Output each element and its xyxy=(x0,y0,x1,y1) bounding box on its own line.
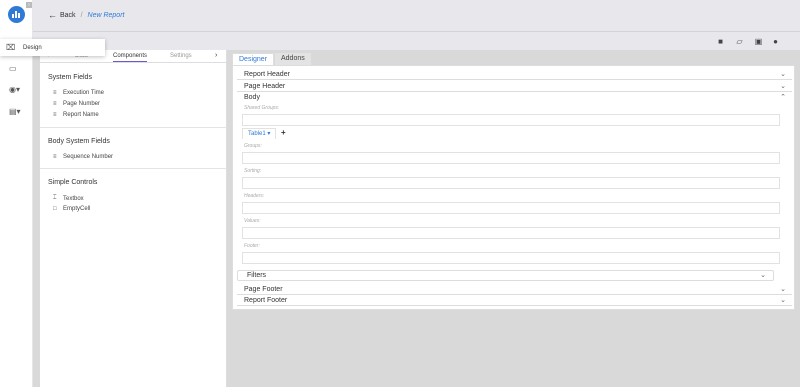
toolbar: ■ ▱ ▣ ● xyxy=(33,32,800,50)
left-rail: › ▭ ◉▾ ▤▾ xyxy=(0,0,33,387)
breadcrumb-separator: / xyxy=(80,12,83,19)
field-execution-time[interactable]: ≡ Execution Time xyxy=(53,90,104,96)
headers-label: Headers: xyxy=(244,193,265,199)
designer-canvas: Report Header ⌄ Page Header ⌄ Body ⌃ Sha… xyxy=(232,65,795,310)
shared-groups-field[interactable] xyxy=(242,114,780,126)
filters-section[interactable]: Filters ⌄ xyxy=(237,270,774,281)
back-link[interactable]: Back xyxy=(60,12,76,19)
field-sequence-number[interactable]: ≡ Sequence Number xyxy=(53,154,113,160)
groups-field[interactable] xyxy=(242,152,780,164)
top-bar: ← Back / New Report xyxy=(33,0,800,32)
breadcrumb: ← Back / New Report xyxy=(48,11,125,20)
user-icon[interactable]: ◉▾ xyxy=(9,85,23,95)
values-field[interactable] xyxy=(242,227,780,239)
tab-designer[interactable]: Designer xyxy=(232,53,275,65)
add-table-button[interactable]: + xyxy=(281,128,286,137)
tab-settings[interactable]: Settings xyxy=(170,53,192,59)
report-footer-section[interactable]: Report Footer ⌄ xyxy=(237,296,792,306)
tabs-next-icon[interactable]: › xyxy=(215,52,217,59)
chevron-down-icon[interactable]: ⌄ xyxy=(780,285,786,293)
back-arrow-icon[interactable]: ← xyxy=(48,11,57,20)
field-report-name[interactable]: ≡ Report Name xyxy=(53,112,99,118)
open-folder-icon[interactable]: ▱ xyxy=(735,37,744,46)
list-icon: ≡ xyxy=(53,90,57,96)
caret-down-icon: ▾ xyxy=(267,131,271,137)
chevron-down-icon[interactable]: ⌄ xyxy=(780,296,786,304)
report-header-section[interactable]: Report Header ⌄ xyxy=(237,70,792,80)
body-section[interactable]: Body ⌃ xyxy=(237,93,792,103)
page-footer-section[interactable]: Page Footer ⌄ xyxy=(237,285,792,295)
tab-addons[interactable]: Addons xyxy=(275,53,311,65)
folder-icon[interactable]: ▭ xyxy=(9,64,23,74)
id-card-icon[interactable]: ▤▾ xyxy=(9,107,23,117)
shared-groups-label: Shared Groups: xyxy=(244,105,280,111)
sorting-label: Sorting: xyxy=(244,168,262,174)
footer-field[interactable] xyxy=(242,252,780,264)
tab-components[interactable]: Components xyxy=(113,53,148,62)
designer-tabs: Designer Addons xyxy=(232,53,795,65)
list-icon: ≡ xyxy=(53,101,57,107)
section-title: Body System Fields xyxy=(48,138,110,145)
save-icon[interactable]: ▣ xyxy=(754,37,763,46)
sorting-field[interactable] xyxy=(242,177,780,189)
chevron-down-icon[interactable]: ⌄ xyxy=(760,271,766,279)
divider xyxy=(40,127,227,128)
groups-label: Groups: xyxy=(244,143,262,149)
chevron-down-icon[interactable]: ⌄ xyxy=(780,82,786,90)
field-page-number[interactable]: ≡ Page Number xyxy=(53,101,100,107)
text-cursor-icon: ⌶ xyxy=(53,195,57,201)
square-icon: □ xyxy=(53,206,57,212)
section-title: System Fields xyxy=(48,74,92,81)
table-tab[interactable]: Table1 ▾ xyxy=(242,128,277,139)
chevron-down-icon[interactable]: ⌄ xyxy=(780,70,786,78)
play-icon[interactable]: ● xyxy=(771,37,780,46)
list-icon: ≡ xyxy=(53,112,57,118)
page-header-section[interactable]: Page Header ⌄ xyxy=(237,82,792,92)
list-icon: ≡ xyxy=(53,154,57,160)
field-textbox[interactable]: ⌶ Textbox xyxy=(53,195,84,202)
footer-label: Footer: xyxy=(244,243,260,249)
field-emptycell[interactable]: □ EmptyCell xyxy=(53,206,90,212)
section-title: Simple Controls xyxy=(48,179,98,186)
note-icon[interactable]: ■ xyxy=(716,37,725,46)
design-menu-item[interactable]: ⌧ Design xyxy=(0,39,105,56)
design-icon: ⌧ xyxy=(6,43,16,52)
values-label: Values: xyxy=(244,218,261,224)
collapse-icon[interactable]: › xyxy=(26,2,32,8)
current-page: New Report xyxy=(87,12,125,19)
divider xyxy=(40,168,227,169)
headers-field[interactable] xyxy=(242,202,780,214)
logo-icon[interactable] xyxy=(8,6,25,23)
chevron-up-icon[interactable]: ⌃ xyxy=(780,93,786,101)
design-label: Design xyxy=(23,44,42,51)
components-panel: ‹ Data Components Settings › System Fiel… xyxy=(40,50,227,387)
